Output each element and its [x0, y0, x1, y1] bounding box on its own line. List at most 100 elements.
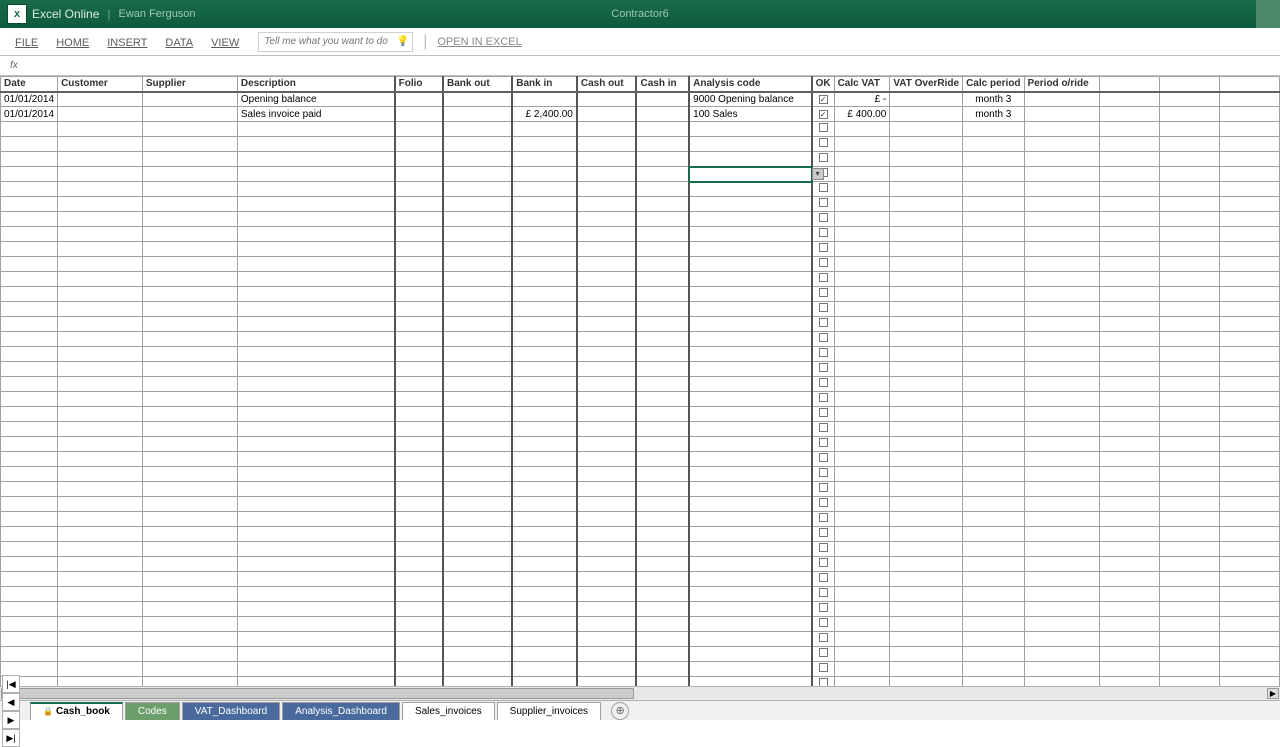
cell-bankin[interactable]	[512, 572, 577, 587]
cell-bankin[interactable]	[512, 212, 577, 227]
cell-x3[interactable]	[1220, 662, 1280, 677]
cell-cashin[interactable]	[636, 257, 689, 272]
cell-x1[interactable]	[1100, 362, 1160, 377]
cell-date[interactable]	[1, 152, 58, 167]
cell-cashin[interactable]	[636, 272, 689, 287]
cell-vatover[interactable]	[890, 107, 963, 122]
cell-x3[interactable]	[1220, 407, 1280, 422]
cell-calcperiod[interactable]: month 3	[963, 92, 1024, 107]
cell-supplier[interactable]	[142, 677, 237, 687]
cell-x3[interactable]	[1220, 587, 1280, 602]
cell-x2[interactable]	[1160, 467, 1220, 482]
cell-analysis[interactable]	[689, 167, 811, 182]
cell-calcperiod[interactable]	[963, 557, 1024, 572]
cell-supplier[interactable]	[142, 557, 237, 572]
cell-x1[interactable]	[1100, 137, 1160, 152]
cell-ok[interactable]	[812, 272, 835, 287]
cell-cashin[interactable]	[636, 347, 689, 362]
cell-ok[interactable]	[812, 497, 835, 512]
cell-vatover[interactable]	[890, 257, 963, 272]
cell-ok[interactable]	[812, 602, 835, 617]
cell-ok[interactable]	[812, 662, 835, 677]
cell-ok[interactable]	[812, 467, 835, 482]
cell-analysis[interactable]	[689, 197, 811, 212]
cell-cashin[interactable]	[636, 377, 689, 392]
cell-bankin[interactable]	[512, 677, 577, 687]
cell-x2[interactable]	[1160, 197, 1220, 212]
cell-calcperiod[interactable]	[963, 617, 1024, 632]
cell-x2[interactable]	[1160, 482, 1220, 497]
cell-analysis[interactable]	[689, 362, 811, 377]
cell-bankin[interactable]	[512, 92, 577, 107]
cell-supplier[interactable]	[142, 227, 237, 242]
cell-periodover[interactable]	[1024, 647, 1100, 662]
cell-description[interactable]	[237, 347, 394, 362]
cell-folio[interactable]	[395, 242, 443, 257]
cell-description[interactable]	[237, 662, 394, 677]
cell-x1[interactable]	[1100, 167, 1160, 182]
cell-cashin[interactable]	[636, 407, 689, 422]
cell-bankin[interactable]	[512, 407, 577, 422]
cell-calcperiod[interactable]	[963, 332, 1024, 347]
cell-periodover[interactable]	[1024, 332, 1100, 347]
cell-bankout[interactable]	[443, 227, 512, 242]
cell-analysis[interactable]	[689, 677, 811, 687]
cell-x3[interactable]	[1220, 287, 1280, 302]
cell-supplier[interactable]	[142, 452, 237, 467]
cell-bankout[interactable]	[443, 557, 512, 572]
cell-cashin[interactable]	[636, 632, 689, 647]
cell-description[interactable]	[237, 152, 394, 167]
cell-vatover[interactable]	[890, 197, 963, 212]
checkbox-icon[interactable]	[819, 558, 828, 567]
cell-x3[interactable]	[1220, 152, 1280, 167]
cell-cashin[interactable]	[636, 107, 689, 122]
cell-periodover[interactable]	[1024, 467, 1100, 482]
cell-calcvat[interactable]	[834, 272, 890, 287]
cell-description[interactable]	[237, 542, 394, 557]
cell-folio[interactable]	[395, 377, 443, 392]
cell-x2[interactable]	[1160, 392, 1220, 407]
cell-x1[interactable]	[1100, 257, 1160, 272]
cell-customer[interactable]	[58, 467, 143, 482]
cell-calcvat[interactable]	[834, 287, 890, 302]
column-header-folio[interactable]: Folio	[395, 77, 443, 92]
cell-periodover[interactable]	[1024, 437, 1100, 452]
cell-supplier[interactable]	[142, 182, 237, 197]
open-in-excel-link[interactable]: OPEN IN EXCEL	[437, 36, 521, 48]
cell-bankin[interactable]	[512, 272, 577, 287]
cell-customer[interactable]	[58, 227, 143, 242]
cell-folio[interactable]	[395, 662, 443, 677]
cell-bankout[interactable]	[443, 257, 512, 272]
cell-date[interactable]: 01/01/2014	[1, 107, 58, 122]
cell-calcperiod[interactable]	[963, 137, 1024, 152]
cell-x3[interactable]	[1220, 347, 1280, 362]
cell-calcvat[interactable]	[834, 437, 890, 452]
checkbox-icon[interactable]	[819, 483, 828, 492]
cell-x1[interactable]	[1100, 377, 1160, 392]
cell-periodover[interactable]	[1024, 212, 1100, 227]
cell-x3[interactable]	[1220, 392, 1280, 407]
cell-periodover[interactable]	[1024, 482, 1100, 497]
cell-x3[interactable]	[1220, 467, 1280, 482]
cell-calcvat[interactable]	[834, 302, 890, 317]
cell-description[interactable]	[237, 632, 394, 647]
cell-x1[interactable]	[1100, 227, 1160, 242]
cell-bankout[interactable]	[443, 272, 512, 287]
scroll-thumb[interactable]	[14, 688, 634, 699]
cell-cashin[interactable]	[636, 362, 689, 377]
cell-x2[interactable]	[1160, 362, 1220, 377]
column-header-supplier[interactable]: Supplier	[142, 77, 237, 92]
checkbox-icon[interactable]	[819, 648, 828, 657]
cell-periodover[interactable]	[1024, 557, 1100, 572]
cell-analysis[interactable]	[689, 182, 811, 197]
cell-analysis[interactable]	[689, 572, 811, 587]
cell-calcperiod[interactable]	[963, 122, 1024, 137]
cell-folio[interactable]	[395, 392, 443, 407]
cell-ok[interactable]	[812, 287, 835, 302]
cell-calcperiod[interactable]	[963, 602, 1024, 617]
cell-cashin[interactable]	[636, 587, 689, 602]
cell-cashout[interactable]	[577, 632, 637, 647]
cell-cashin[interactable]	[636, 317, 689, 332]
cell-cashin[interactable]	[636, 497, 689, 512]
cell-x1[interactable]	[1100, 212, 1160, 227]
